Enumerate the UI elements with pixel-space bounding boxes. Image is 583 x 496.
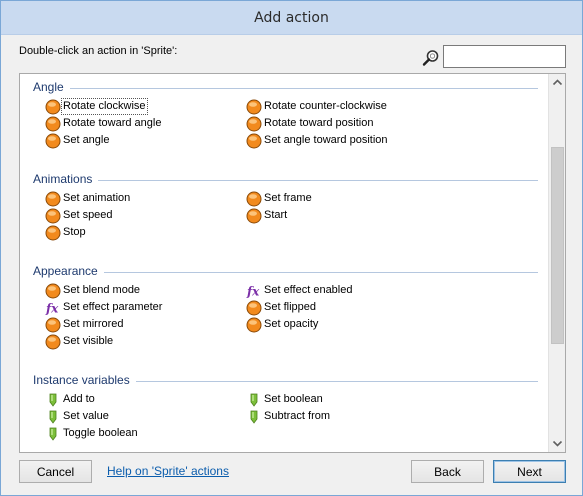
action-label: Rotate toward angle	[63, 117, 162, 129]
orange-circle-icon	[246, 208, 262, 224]
section-title-angle: Angle	[33, 80, 64, 94]
action-item[interactable]: Set value	[45, 408, 109, 425]
cancel-button[interactable]: Cancel	[19, 460, 92, 483]
section-divider	[98, 180, 538, 181]
green-marker-icon	[45, 409, 61, 425]
action-item[interactable]: Subtract from	[246, 408, 330, 425]
action-label: Rotate clockwise	[61, 98, 148, 115]
orange-circle-icon	[45, 133, 61, 149]
action-label: Stop	[63, 226, 86, 238]
action-label: Rotate toward position	[264, 117, 374, 129]
chevron-up-icon	[552, 79, 563, 86]
section-divider	[136, 381, 538, 382]
action-label: Set blend mode	[63, 284, 141, 296]
orange-circle-icon	[45, 116, 61, 132]
orange-circle-icon	[246, 99, 262, 115]
vertical-scrollbar[interactable]	[548, 74, 565, 452]
fx-icon: fx	[45, 300, 61, 316]
action-list[interactable]: Angle Rotate clockwise Rotate counter-cloc…	[19, 73, 566, 453]
back-button[interactable]: Back	[411, 460, 484, 483]
orange-circle-icon	[246, 133, 262, 149]
instruction-text: Double-click an action in 'Sprite':	[19, 45, 178, 57]
action-label: Add to	[63, 393, 95, 405]
window-title: Add action	[254, 10, 329, 26]
svg-text:fx: fx	[45, 301, 59, 315]
section-title-instance-variables: Instance variables	[33, 373, 130, 387]
orange-circle-icon	[45, 317, 61, 333]
action-item[interactable]: Set visible	[45, 333, 113, 350]
orange-circle-icon	[246, 317, 262, 333]
scroll-up-button[interactable]	[549, 74, 565, 91]
action-item[interactable]: Stop	[45, 224, 86, 241]
action-item[interactable]: Rotate counter-clockwise	[246, 98, 387, 115]
orange-circle-icon	[45, 334, 61, 350]
action-item[interactable]: Set angle	[45, 132, 109, 149]
action-item[interactable]: Set opacity	[246, 316, 318, 333]
scroll-thumb[interactable]	[551, 147, 564, 344]
section-title-appearance: Appearance	[33, 264, 98, 278]
action-label: Set effect parameter	[63, 301, 163, 313]
action-item[interactable]: fx Set effect parameter	[45, 299, 162, 316]
section-divider	[70, 88, 538, 89]
action-item[interactable]: Start	[246, 207, 287, 224]
action-item[interactable]: Toggle boolean	[45, 425, 138, 442]
action-label: Set opacity	[264, 318, 319, 330]
search-icon	[422, 49, 440, 67]
action-label: Set angle toward position	[264, 134, 388, 146]
action-label: Set speed	[63, 209, 113, 221]
action-label: Set angle	[63, 134, 110, 146]
orange-circle-icon	[246, 116, 262, 132]
orange-circle-icon	[45, 225, 61, 241]
fx-icon: fx	[246, 283, 262, 299]
search-input[interactable]	[443, 45, 566, 68]
orange-circle-icon	[45, 99, 61, 115]
green-marker-icon	[246, 409, 262, 425]
action-label: Set mirrored	[63, 318, 124, 330]
green-marker-icon	[45, 426, 61, 442]
action-item[interactable]: Add to	[45, 391, 95, 408]
action-label: Set flipped	[264, 301, 316, 313]
action-item[interactable]: Set boolean	[246, 391, 323, 408]
add-action-dialog: Add action Double-click an action in 'Sp…	[0, 0, 583, 496]
action-item[interactable]: Set animation	[45, 190, 130, 207]
action-item[interactable]: Rotate clockwise	[45, 98, 148, 115]
next-button[interactable]: Next	[493, 460, 566, 483]
chevron-down-icon	[552, 440, 563, 447]
help-link[interactable]: Help on 'Sprite' actions	[107, 464, 229, 478]
dialog-footer: Cancel Help on 'Sprite' actions Back Nex…	[1, 457, 582, 495]
orange-circle-icon	[45, 283, 61, 299]
green-marker-icon	[246, 392, 262, 408]
action-item[interactable]: Set frame	[246, 190, 312, 207]
action-label: Set visible	[63, 335, 114, 347]
action-label: Set effect enabled	[264, 284, 353, 296]
green-marker-icon	[45, 392, 61, 408]
action-item[interactable]: Set mirrored	[45, 316, 124, 333]
section-divider	[104, 272, 538, 273]
orange-circle-icon	[246, 191, 262, 207]
action-label: Set frame	[264, 192, 312, 204]
action-item[interactable]: Rotate toward position	[246, 115, 373, 132]
action-item[interactable]: Rotate toward angle	[45, 115, 161, 132]
action-label: Set boolean	[264, 393, 323, 405]
section-title-animations: Animations	[33, 172, 93, 186]
action-label: Rotate counter-clockwise	[264, 100, 387, 112]
action-item[interactable]: Set blend mode	[45, 282, 140, 299]
action-item[interactable]: fx Set effect enabled	[246, 282, 352, 299]
action-label: Start	[264, 209, 288, 221]
action-label: Toggle boolean	[63, 427, 138, 439]
action-label: Set value	[63, 410, 109, 422]
action-item[interactable]: Set flipped	[246, 299, 316, 316]
action-label: Set animation	[63, 192, 131, 204]
action-label: Subtract from	[264, 410, 331, 422]
title-bar: Add action	[1, 1, 582, 35]
orange-circle-icon	[45, 191, 61, 207]
svg-text:fx: fx	[246, 284, 260, 298]
action-item[interactable]: Set speed	[45, 207, 113, 224]
orange-circle-icon	[246, 300, 262, 316]
action-item[interactable]: Set angle toward position	[246, 132, 388, 149]
scroll-down-button[interactable]	[549, 435, 565, 452]
orange-circle-icon	[45, 208, 61, 224]
